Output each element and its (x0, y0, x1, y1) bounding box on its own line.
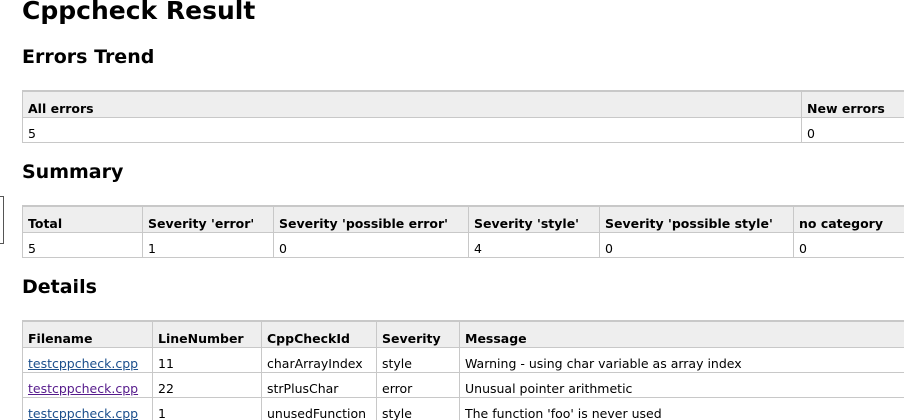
cppcheck-id-cell: unusedFunction (261, 397, 377, 420)
summary-total-value: 5 (22, 232, 143, 258)
column-header-severity: Severity (376, 320, 460, 348)
page-title: Cppcheck Result (22, 0, 256, 25)
all-errors-value: 5 (22, 117, 802, 143)
summary-table: Total Severity 'error' Severity 'possibl… (22, 205, 904, 258)
summary-no-category-value: 0 (793, 232, 904, 258)
column-header-message: Message (459, 320, 904, 348)
filename-link[interactable]: testcppcheck.cpp (28, 406, 138, 420)
column-header-total: Total (22, 205, 143, 233)
table-header-row: Filename LineNumber CppCheckId Severity … (22, 320, 904, 348)
errors-trend-heading: Errors Trend (22, 46, 155, 68)
filename-cell: testcppcheck.cpp (22, 347, 153, 373)
table-row: testcppcheck.cpp 1 unusedFunction style … (22, 397, 904, 420)
filename-link[interactable]: testcppcheck.cpp (28, 381, 138, 396)
column-header-severity-error: Severity 'error' (142, 205, 274, 233)
filename-cell: testcppcheck.cpp (22, 372, 153, 398)
table-row: testcppcheck.cpp 11 charArrayIndex style… (22, 347, 904, 373)
page: Cppcheck Result Errors Trend All errors … (0, 0, 904, 420)
column-header-severity-possible-error: Severity 'possible error' (273, 205, 469, 233)
table-row: testcppcheck.cpp 22 strPlusChar error Un… (22, 372, 904, 398)
table-header-row: All errors New errors (22, 90, 904, 118)
severity-cell: error (376, 372, 460, 398)
summary-error-value: 1 (142, 232, 274, 258)
column-header-all-errors: All errors (22, 90, 802, 118)
message-cell: Unusual pointer arithmetic (459, 372, 904, 398)
details-heading: Details (22, 276, 97, 298)
severity-cell: style (376, 397, 460, 420)
summary-possible-style-value: 0 (599, 232, 794, 258)
line-number-cell: 1 (152, 397, 262, 420)
summary-heading: Summary (22, 161, 124, 183)
table-row: 5 1 0 4 0 0 (22, 232, 904, 258)
errors-trend-table: All errors New errors 5 0 (22, 90, 904, 143)
window-edge-handle[interactable] (0, 196, 4, 244)
line-number-cell: 11 (152, 347, 262, 373)
column-header-severity-possible-style: Severity 'possible style' (599, 205, 794, 233)
cppcheck-id-cell: charArrayIndex (261, 347, 377, 373)
filename-cell: testcppcheck.cpp (22, 397, 153, 420)
column-header-severity-style: Severity 'style' (468, 205, 600, 233)
summary-style-value: 4 (468, 232, 600, 258)
column-header-no-category: no category (793, 205, 904, 233)
column-header-filename: Filename (22, 320, 153, 348)
table-header-row: Total Severity 'error' Severity 'possibl… (22, 205, 904, 233)
severity-cell: style (376, 347, 460, 373)
cppcheck-id-cell: strPlusChar (261, 372, 377, 398)
column-header-line-number: LineNumber (152, 320, 262, 348)
details-table: Filename LineNumber CppCheckId Severity … (22, 320, 904, 420)
summary-possible-error-value: 0 (273, 232, 469, 258)
message-cell: Warning - using char variable as array i… (459, 347, 904, 373)
message-cell: The function 'foo' is never used (459, 397, 904, 420)
line-number-cell: 22 (152, 372, 262, 398)
filename-link[interactable]: testcppcheck.cpp (28, 356, 138, 371)
column-header-cppcheck-id: CppCheckId (261, 320, 377, 348)
table-row: 5 0 (22, 117, 904, 143)
new-errors-value: 0 (801, 117, 904, 143)
column-header-new-errors: New errors (801, 90, 904, 118)
